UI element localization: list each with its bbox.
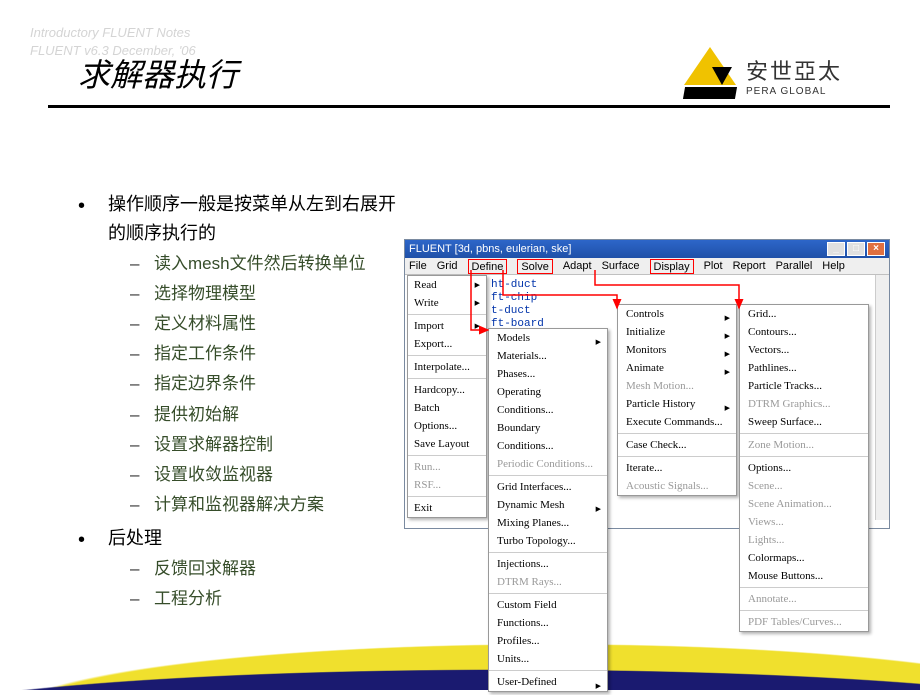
- menu-adapt[interactable]: Adapt: [563, 258, 592, 274]
- menu-file[interactable]: File: [409, 258, 427, 274]
- slide-title: 求解器执行: [78, 50, 238, 96]
- define-menu-item[interactable]: Profiles...: [489, 632, 607, 650]
- define-menu-item[interactable]: Units...: [489, 650, 607, 668]
- bullet-1-text: 操作顺序一般是按菜单从左到右展开的顺序执行的: [108, 194, 396, 243]
- display-menu-item[interactable]: DTRM Graphics...: [740, 395, 868, 413]
- sub-1: 读入mesh文件然后转换单位: [108, 250, 398, 277]
- display-menu-item[interactable]: Sweep Surface...: [740, 413, 868, 431]
- define-menu-item[interactable]: Operating Conditions...: [489, 383, 607, 419]
- define-menu-item[interactable]: Periodic Conditions...: [489, 455, 607, 473]
- display-menu-item[interactable]: Pathlines...: [740, 359, 868, 377]
- bullet-1: 操作顺序一般是按菜单从左到右展开的顺序执行的 读入mesh文件然后转换单位 选择…: [78, 190, 398, 518]
- sub-6: 提供初始解: [108, 401, 398, 428]
- menu-define[interactable]: Define: [468, 259, 508, 274]
- sub-8: 设置收敛监视器: [108, 461, 398, 488]
- file-menu-item[interactable]: Interpolate...: [408, 358, 486, 376]
- fluent-window: FLUENT [3d, pbns, eulerian, ske] _ □ × F…: [404, 239, 890, 529]
- define-menu-item[interactable]: Boundary Conditions...: [489, 419, 607, 455]
- menu-solve[interactable]: Solve: [517, 259, 553, 274]
- file-menu-dropdown[interactable]: Read▶Write▶ Import▶Export... Interpolate..…: [407, 275, 487, 518]
- display-menu-item[interactable]: Colormaps...: [740, 549, 868, 567]
- menu-grid[interactable]: Grid: [437, 258, 458, 274]
- define-menu-item[interactable]: Models: [489, 329, 607, 347]
- display-menu-item[interactable]: Annotate...: [740, 590, 868, 608]
- scrollbar[interactable]: [875, 275, 889, 520]
- file-menu-item[interactable]: Hardcopy...: [408, 381, 486, 399]
- sub-7: 设置求解器控制: [108, 431, 398, 458]
- define-menu-item[interactable]: Mixing Planes...: [489, 514, 607, 532]
- display-menu-item[interactable]: Options...: [740, 459, 868, 477]
- define-menu-item[interactable]: User-Defined: [489, 673, 607, 691]
- file-menu-item[interactable]: RSF...: [408, 476, 486, 494]
- solve-menu-item[interactable]: Monitors: [618, 341, 736, 359]
- define-menu-dropdown[interactable]: ModelsMaterials...Phases...Operating Con…: [488, 328, 608, 692]
- file-menu-item[interactable]: Import▶: [408, 317, 486, 335]
- solve-menu-item[interactable]: Animate: [618, 359, 736, 377]
- display-menu-item[interactable]: Views...: [740, 513, 868, 531]
- define-menu-item[interactable]: Injections...: [489, 555, 607, 573]
- solve-menu-dropdown[interactable]: ControlsInitializeMonitorsAnimateMesh Mo…: [617, 304, 737, 496]
- file-menu-item[interactable]: Write▶: [408, 294, 486, 312]
- display-menu-dropdown[interactable]: Grid...Contours...Vectors...Pathlines...…: [739, 304, 869, 632]
- minimize-button[interactable]: _: [827, 242, 845, 256]
- file-menu-item[interactable]: Export...: [408, 335, 486, 353]
- display-menu-item[interactable]: Particle Tracks...: [740, 377, 868, 395]
- logo-text-cn: 安世亞太: [746, 54, 842, 86]
- display-menu-item[interactable]: Contours...: [740, 323, 868, 341]
- display-menu-item[interactable]: Scene...: [740, 477, 868, 495]
- logo-text-en: PERA GLOBAL: [746, 86, 842, 97]
- maximize-button[interactable]: □: [847, 242, 865, 256]
- header-notes-1: Introductory FLUENT Notes: [30, 25, 190, 40]
- display-menu-item[interactable]: Zone Motion...: [740, 436, 868, 454]
- file-menu-item[interactable]: Batch Options...: [408, 399, 486, 435]
- define-menu-item[interactable]: Turbo Topology...: [489, 532, 607, 550]
- solve-menu-item[interactable]: Controls: [618, 305, 736, 323]
- sub-3: 定义材料属性: [108, 310, 398, 337]
- menu-report[interactable]: Report: [733, 258, 766, 274]
- define-menu-item[interactable]: Custom Field Functions...: [489, 596, 607, 632]
- file-menu-item[interactable]: Save Layout: [408, 435, 486, 453]
- logo-mark-icon: [680, 45, 740, 105]
- solve-menu-item[interactable]: Particle History: [618, 395, 736, 413]
- solve-menu-item[interactable]: Iterate...: [618, 459, 736, 477]
- sub-5: 指定边界条件: [108, 370, 398, 397]
- display-menu-item[interactable]: PDF Tables/Curves...: [740, 613, 868, 631]
- solve-menu-item[interactable]: Initialize: [618, 323, 736, 341]
- footer-swoosh-blue: [0, 630, 920, 690]
- display-menu-item[interactable]: Lights...: [740, 531, 868, 549]
- menu-parallel[interactable]: Parallel: [776, 258, 813, 274]
- menubar[interactable]: File Grid Define Solve Adapt Surface Dis…: [405, 258, 889, 275]
- menu-plot[interactable]: Plot: [704, 258, 723, 274]
- menu-display[interactable]: Display: [650, 259, 694, 274]
- define-menu-item[interactable]: DTRM Rays...: [489, 573, 607, 591]
- solve-menu-item[interactable]: Mesh Motion...: [618, 377, 736, 395]
- display-menu-item[interactable]: Mouse Buttons...: [740, 567, 868, 585]
- file-menu-item[interactable]: Exit: [408, 499, 486, 517]
- sub-2: 选择物理模型: [108, 280, 398, 307]
- define-menu-item[interactable]: Grid Interfaces...: [489, 478, 607, 496]
- display-menu-item[interactable]: Grid...: [740, 305, 868, 323]
- bullet-2-text: 后处理: [108, 528, 162, 548]
- file-menu-item[interactable]: Read▶: [408, 276, 486, 294]
- solve-menu-item[interactable]: Execute Commands...: [618, 413, 736, 431]
- sub-9: 计算和监视器解决方案: [108, 491, 398, 518]
- file-menu-item[interactable]: Run...: [408, 458, 486, 476]
- sub-4: 指定工作条件: [108, 340, 398, 367]
- display-menu-item[interactable]: Vectors...: [740, 341, 868, 359]
- solve-menu-item[interactable]: Case Check...: [618, 436, 736, 454]
- titlebar-text: FLUENT [3d, pbns, eulerian, ske]: [409, 240, 825, 258]
- solve-menu-item[interactable]: Acoustic Signals...: [618, 477, 736, 495]
- define-menu-item[interactable]: Materials...: [489, 347, 607, 365]
- display-menu-item[interactable]: Scene Animation...: [740, 495, 868, 513]
- define-menu-item[interactable]: Phases...: [489, 365, 607, 383]
- menu-surface[interactable]: Surface: [602, 258, 640, 274]
- bullet-list: 操作顺序一般是按菜单从左到右展开的顺序执行的 读入mesh文件然后转换单位 选择…: [78, 190, 398, 618]
- define-menu-item[interactable]: Dynamic Mesh: [489, 496, 607, 514]
- sub-10: 反馈回求解器: [108, 555, 398, 582]
- logo: 安世亞太 PERA GLOBAL: [680, 40, 890, 110]
- close-button[interactable]: ×: [867, 242, 885, 256]
- menu-help[interactable]: Help: [822, 258, 845, 274]
- titlebar[interactable]: FLUENT [3d, pbns, eulerian, ske] _ □ ×: [405, 240, 889, 258]
